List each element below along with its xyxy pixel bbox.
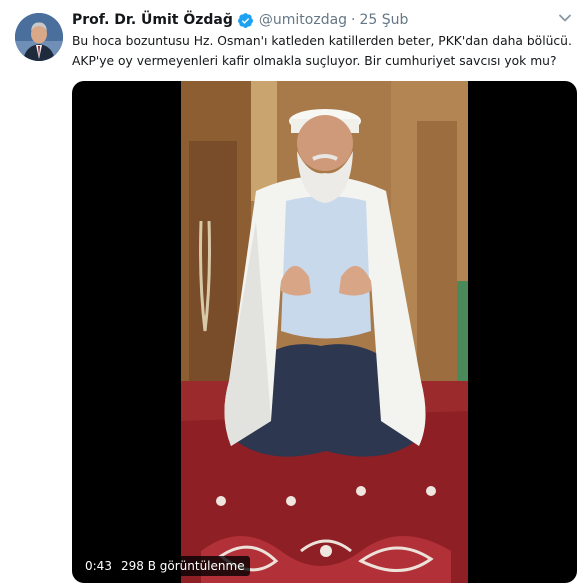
tweet-text-line: AKP'ye oy vermeyenleri kafir olmakla suç…: [72, 54, 557, 68]
header-separator: ·: [351, 12, 356, 28]
video-frame: [181, 81, 468, 583]
author-name[interactable]: Prof. Dr. Ümit Özdağ: [72, 10, 233, 30]
tweet-header: Prof. Dr. Ümit Özdağ @umitozdag · 25 Şub: [72, 9, 408, 31]
tweet-text: Bu hoca bozuntusu Hz. Osman'ı katleden k…: [72, 31, 572, 71]
tweet-text-line: Bu hoca bozuntusu Hz. Osman'ı katleden k…: [72, 34, 572, 48]
video-view-count: 298 B görüntülenme: [116, 556, 250, 576]
tweet-date[interactable]: 25 Şub: [360, 10, 409, 30]
avatar-image: [15, 13, 63, 61]
tweet[interactable]: Prof. Dr. Ümit Özdağ @umitozdag · 25 Şub…: [0, 0, 581, 586]
chevron-down-icon[interactable]: [558, 13, 572, 23]
author-handle[interactable]: @umitozdag: [259, 10, 347, 30]
avatar[interactable]: [15, 13, 63, 61]
verified-badge-icon: [237, 12, 253, 28]
video-duration-badge: 0:43: [80, 556, 117, 576]
video-still-image: [181, 81, 468, 583]
video-player[interactable]: 0:43 298 B görüntülenme: [72, 81, 577, 583]
